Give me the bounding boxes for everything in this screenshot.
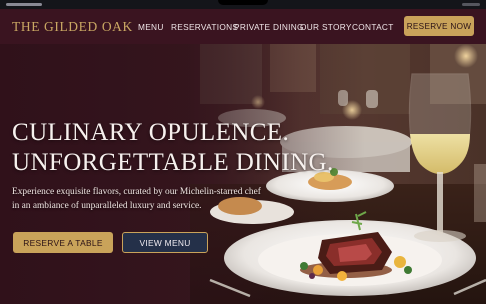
brand-logo[interactable]: THE GILDED OAK (12, 19, 133, 35)
window-controls[interactable] (462, 3, 480, 6)
hero-section: CULINARY OPULENCE. UNFORGETTABLE DINING.… (0, 44, 486, 304)
window-chrome (0, 0, 486, 9)
nav-link-contact[interactable]: CONTACT (352, 22, 394, 32)
browser-window: THE GILDED OAK MENU RESERVATIONS PRIVATE… (0, 0, 486, 304)
nav-link-reservations[interactable]: RESERVATIONS (171, 22, 238, 32)
top-navigation: THE GILDED OAK MENU RESERVATIONS PRIVATE… (0, 9, 486, 44)
hero-subtext-line-2: in an ambiance of unparalleled luxury an… (12, 200, 202, 211)
hero-headline-line-1: CULINARY OPULENCE. (12, 119, 290, 146)
nav-link-menu[interactable]: MENU (138, 22, 164, 32)
nav-link-our-story[interactable]: OUR STORY (300, 22, 352, 32)
nav-link-private-dining[interactable]: PRIVATE DINING (234, 22, 304, 32)
reserve-table-button[interactable]: RESERVE A TABLE (13, 232, 113, 253)
camera-notch (218, 0, 268, 5)
hero-headline: CULINARY OPULENCE. UNFORGETTABLE DINING. (12, 118, 334, 178)
hero-subtext: Experience exquisite flavors, curated by… (12, 186, 261, 213)
hero-subtext-line-1: Experience exquisite flavors, curated by… (12, 187, 261, 197)
reserve-now-button[interactable]: RESERVE NOW (404, 16, 474, 36)
address-bar[interactable] (6, 3, 42, 6)
view-menu-button[interactable]: VIEW MENU (122, 232, 208, 253)
hero-headline-line-2: UNFORGETTABLE DINING. (12, 149, 334, 176)
